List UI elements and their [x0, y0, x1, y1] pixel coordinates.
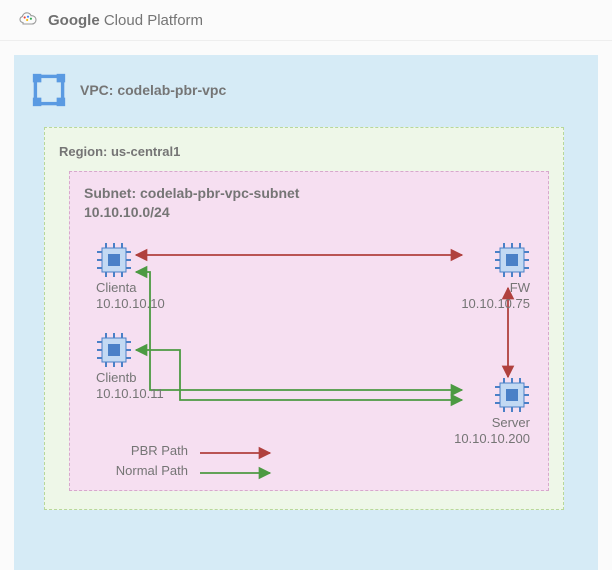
legend: PBR Path Normal Path: [100, 440, 188, 480]
subnet-title: Subnet: codelab-pbr-vpc-subnet 10.10.10.…: [70, 172, 548, 222]
brand-bold: Google: [48, 12, 100, 29]
legend-label-pbr: PBR Path: [100, 443, 188, 458]
vpc-title: VPC: codelab-pbr-vpc: [80, 82, 226, 98]
node-fw: FW 10.10.10.75: [430, 242, 530, 313]
node-clienta: Clienta 10.10.10.10: [96, 242, 196, 313]
node-clienta-label: Clienta 10.10.10.10: [96, 280, 165, 313]
subnet-cidr: 10.10.10.0/24: [84, 204, 170, 220]
vpc-box: VPC: codelab-pbr-vpc Region: us-central1…: [14, 55, 598, 570]
compute-instance-icon: [494, 242, 530, 278]
compute-instance-icon: [96, 332, 132, 368]
subnet-name: Subnet: codelab-pbr-vpc-subnet: [84, 185, 299, 201]
vpc-icon: [32, 73, 66, 107]
header-title: Google Cloud Platform: [48, 12, 203, 29]
node-server: Server 10.10.10.200: [430, 377, 530, 448]
region-title: Region: us-central1: [59, 144, 551, 159]
vpc-header: VPC: codelab-pbr-vpc: [32, 73, 580, 107]
legend-row-normal: Normal Path: [100, 460, 188, 480]
node-clientb: Clientb 10.10.10.11: [96, 332, 196, 403]
legend-row-pbr: PBR Path: [100, 440, 188, 460]
brand-rest: Cloud Platform: [100, 12, 203, 29]
subnet-box: Subnet: codelab-pbr-vpc-subnet 10.10.10.…: [69, 171, 549, 491]
region-box: Region: us-central1 Subnet: codelab-pbr-…: [44, 127, 564, 510]
header: Google Cloud Platform: [0, 0, 612, 41]
compute-instance-icon: [96, 242, 132, 278]
gcp-logo-icon: [18, 10, 38, 30]
legend-label-normal: Normal Path: [100, 463, 188, 478]
node-clientb-label: Clientb 10.10.10.11: [96, 370, 164, 403]
node-server-label: Server 10.10.10.200: [454, 415, 530, 448]
compute-instance-icon: [494, 377, 530, 413]
node-fw-label: FW 10.10.10.75: [461, 280, 530, 313]
